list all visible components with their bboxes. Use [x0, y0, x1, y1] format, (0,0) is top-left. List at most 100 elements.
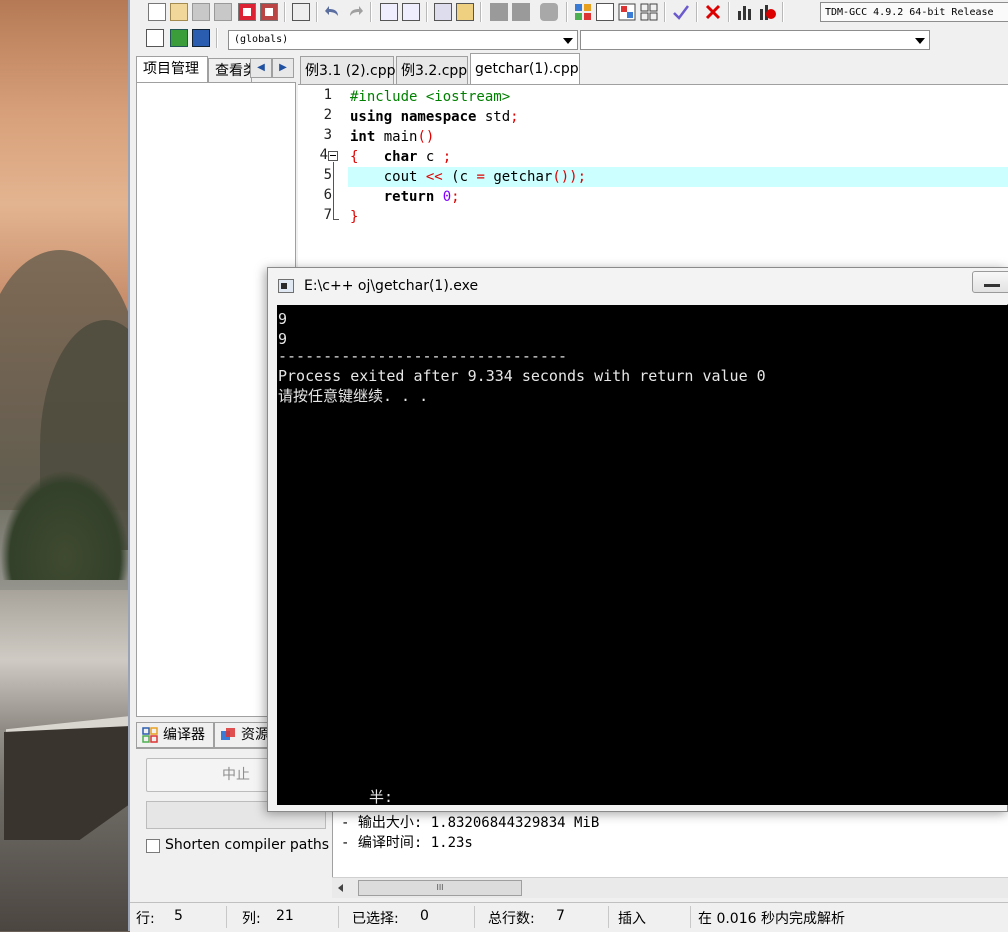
- line-number: 7: [323, 207, 332, 223]
- line-number: 5: [323, 167, 332, 183]
- globals-dropdown[interactable]: (globals): [228, 30, 578, 50]
- main-toolbar: TDM-GCC 4.9.2 64-bit Release: [130, 0, 1008, 26]
- globals-dropdown-value: (globals): [234, 34, 289, 45]
- chart-icon[interactable]: [736, 3, 754, 21]
- close-file-icon[interactable]: [238, 3, 256, 21]
- profile-icon[interactable]: [758, 3, 776, 21]
- log-horizontal-scrollbar[interactable]: III: [332, 877, 1008, 898]
- open-file-icon[interactable]: [170, 3, 188, 21]
- project-options-icon[interactable]: [192, 29, 210, 47]
- code-line-5: cout << (c = getchar());: [383, 169, 587, 185]
- status-selected-label: 已选择:: [352, 911, 399, 927]
- code-line-7: }: [350, 209, 359, 225]
- tab-project-manager[interactable]: 项目管理: [136, 56, 208, 83]
- status-total-label: 总行数:: [488, 911, 535, 927]
- status-parse-time: 在 0.016 秒内完成解析: [698, 911, 845, 927]
- line-number: 3: [323, 127, 332, 143]
- add-file-icon[interactable]: [170, 29, 188, 47]
- code-line-2: using namespace std;: [350, 109, 519, 125]
- fold-guide-end: [333, 219, 339, 220]
- tab-file-getchar[interactable]: getchar(1).cpp: [470, 53, 580, 84]
- wallpaper-trees: [0, 470, 130, 580]
- compiler-grid-icon: [142, 727, 158, 743]
- minimize-button[interactable]: [972, 271, 1008, 293]
- syntax-check-icon[interactable]: [672, 3, 690, 21]
- shorten-paths-label: Shorten compiler paths: [165, 837, 330, 853]
- bookmark-icon[interactable]: [540, 3, 558, 21]
- tab-resources-label: 资源: [241, 727, 269, 743]
- close-all-icon[interactable]: [260, 3, 278, 21]
- forward-icon[interactable]: [512, 3, 530, 21]
- tab-compiler-label: 编译器: [163, 727, 205, 743]
- unindent-icon[interactable]: [456, 3, 474, 21]
- fold-guide: [333, 162, 334, 220]
- line-number: 6: [323, 187, 332, 203]
- tab-resources[interactable]: 资源: [214, 722, 270, 748]
- status-line-value: 5: [174, 908, 183, 924]
- print-icon[interactable]: [292, 3, 310, 21]
- undo-icon[interactable]: [324, 3, 342, 21]
- wallpaper-boat: [4, 726, 130, 840]
- compile-icon[interactable]: [574, 3, 592, 21]
- compile-run-icon[interactable]: [618, 3, 636, 21]
- status-col-value: 21: [276, 908, 294, 924]
- line-number: 4: [319, 147, 328, 163]
- shorten-paths-checkbox[interactable]: [146, 839, 160, 853]
- stop-execution-icon[interactable]: [704, 3, 722, 21]
- new-file-icon[interactable]: [148, 3, 166, 21]
- fold-toggle-icon[interactable]: [328, 151, 338, 161]
- chevron-down-icon: [563, 38, 573, 44]
- code-line-3: int main(): [350, 129, 435, 145]
- status-col-label: 列:: [242, 911, 261, 927]
- console-title: E:\c++ oj\getchar(1).exe: [304, 278, 479, 294]
- status-insert-mode: 插入: [618, 911, 646, 927]
- back-icon[interactable]: [490, 3, 508, 21]
- resources-icon: [220, 727, 236, 743]
- save-all-icon[interactable]: [214, 3, 232, 21]
- replace-icon[interactable]: [402, 3, 420, 21]
- status-bar: 行: 5 列: 21 已选择: 0 总行数: 7 插入 在 0.016 秒内完成…: [130, 902, 1008, 932]
- console-separator: --------------------------------: [278, 347, 567, 365]
- line-number: 1: [323, 87, 332, 103]
- status-selected-value: 0: [420, 908, 429, 924]
- tab-scroll-right-button[interactable]: ▶: [272, 58, 294, 78]
- compiler-select[interactable]: TDM-GCC 4.9.2 64-bit Release: [820, 2, 1008, 22]
- console-app-icon: [278, 279, 294, 293]
- tab-compiler[interactable]: 编译器: [136, 722, 214, 748]
- console-line: 9: [278, 310, 288, 328]
- tab-file-ex3-2[interactable]: 例3.2.cpp: [396, 56, 468, 84]
- console-line: Process exited after 9.334 seconds with …: [278, 367, 766, 385]
- code-line-4: { char c ;: [350, 149, 452, 165]
- indent-icon[interactable]: [434, 3, 452, 21]
- code-editor[interactable]: 1 2 3 4 5 6 7 #include <iostream> using …: [298, 84, 1008, 271]
- tab-scroll-left-button[interactable]: ◀: [250, 58, 272, 78]
- log-line: - 编译时间: 1.23s: [341, 835, 473, 851]
- find-icon[interactable]: [380, 3, 398, 21]
- status-total-value: 7: [556, 908, 565, 924]
- console-line: 9: [278, 330, 288, 348]
- console-output[interactable]: 9 9 -------------------------------- Pro…: [277, 305, 1008, 805]
- console-line: 请按任意键继续. . .: [278, 387, 429, 405]
- redo-icon[interactable]: [346, 3, 364, 21]
- class-browser-icon[interactable]: [146, 29, 164, 47]
- log-line: - 输出大小: 1.83206844329834 MiB: [341, 815, 600, 831]
- scrollbar-thumb[interactable]: III: [358, 880, 522, 896]
- wallpaper-water: [0, 590, 130, 730]
- desktop-wallpaper: [0, 0, 130, 931]
- line-number: 2: [323, 107, 332, 123]
- scroll-left-arrow-icon[interactable]: [338, 884, 343, 892]
- members-dropdown[interactable]: [580, 30, 930, 50]
- status-line-label: 行:: [136, 911, 155, 927]
- run-icon[interactable]: [596, 3, 614, 21]
- tab-class-view[interactable]: 查看类: [208, 58, 252, 82]
- console-ime-text: 半:: [369, 788, 394, 805]
- code-line-1: #include <iostream>: [350, 89, 511, 105]
- console-window[interactable]: E:\c++ oj\getchar(1).exe 9 9 -----------…: [267, 267, 1008, 812]
- code-line-6: return 0;: [383, 189, 460, 205]
- rebuild-icon[interactable]: [640, 3, 658, 21]
- chevron-down-icon: [915, 38, 925, 44]
- tab-file-ex3-1[interactable]: 例3.1 (2).cpp: [300, 56, 395, 84]
- line-number-gutter: 1 2 3 4 5 6 7: [298, 85, 348, 271]
- console-title-bar[interactable]: E:\c++ oj\getchar(1).exe: [268, 268, 1008, 304]
- save-icon[interactable]: [192, 3, 210, 21]
